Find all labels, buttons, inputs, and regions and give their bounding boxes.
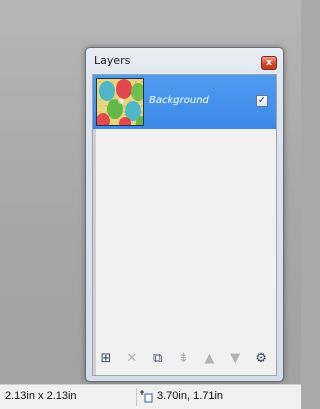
layers-window: Layers x Background ✓ ⊞ ✕ ⧉ ⇟ ▲ ▼ ⚙ xyxy=(85,47,284,382)
delete-layer-button[interactable]: ✕ xyxy=(122,348,142,368)
move-layer-up-icon: ▲ xyxy=(204,350,215,366)
layers-list: Background ✓ xyxy=(92,74,277,376)
balloons-thumbnail-icon xyxy=(97,79,143,125)
move-layer-down-icon: ▼ xyxy=(230,350,241,366)
close-button[interactable]: x xyxy=(261,56,277,70)
delete-layer-icon: ✕ xyxy=(126,350,138,366)
list-scrollbar[interactable] xyxy=(93,129,96,375)
duplicate-layer-icon: ⧉ xyxy=(153,350,163,366)
layer-visibility-checkbox[interactable]: ✓ xyxy=(256,95,268,107)
status-divider xyxy=(136,388,137,406)
merge-layer-down-button[interactable]: ⇟ xyxy=(174,348,194,368)
layer-name: Background xyxy=(149,95,209,106)
layers-title: Layers xyxy=(94,54,131,67)
merge-layer-down-icon: ⇟ xyxy=(178,350,189,366)
layer-thumbnail xyxy=(96,78,144,126)
layer-row-background[interactable]: Background ✓ xyxy=(93,75,276,129)
layers-title-bar[interactable]: Layers x xyxy=(86,48,283,74)
move-layer-up-button[interactable]: ▲ xyxy=(199,348,219,368)
cursor-position-icon xyxy=(140,390,153,403)
add-layer-button[interactable]: ⊞ xyxy=(96,348,116,368)
layer-properties-button[interactable]: ⚙ xyxy=(251,348,271,368)
cursor-position-readout: 3.70in, 1.71in xyxy=(157,390,224,402)
checkmark-icon: ✓ xyxy=(257,95,267,106)
add-layer-icon: ⊞ xyxy=(100,350,112,366)
layer-properties-icon: ⚙ xyxy=(255,350,267,366)
image-size-readout: 2.13in x 2.13in xyxy=(5,390,77,402)
layers-toolbar: ⊞ ✕ ⧉ ⇟ ▲ ▼ ⚙ xyxy=(96,345,277,371)
duplicate-layer-button[interactable]: ⧉ xyxy=(148,348,168,368)
close-icon: x xyxy=(266,57,272,68)
move-layer-down-button[interactable]: ▼ xyxy=(225,348,245,368)
status-bar: 2.13in x 2.13in 3.70in, 1.71in xyxy=(0,384,301,409)
